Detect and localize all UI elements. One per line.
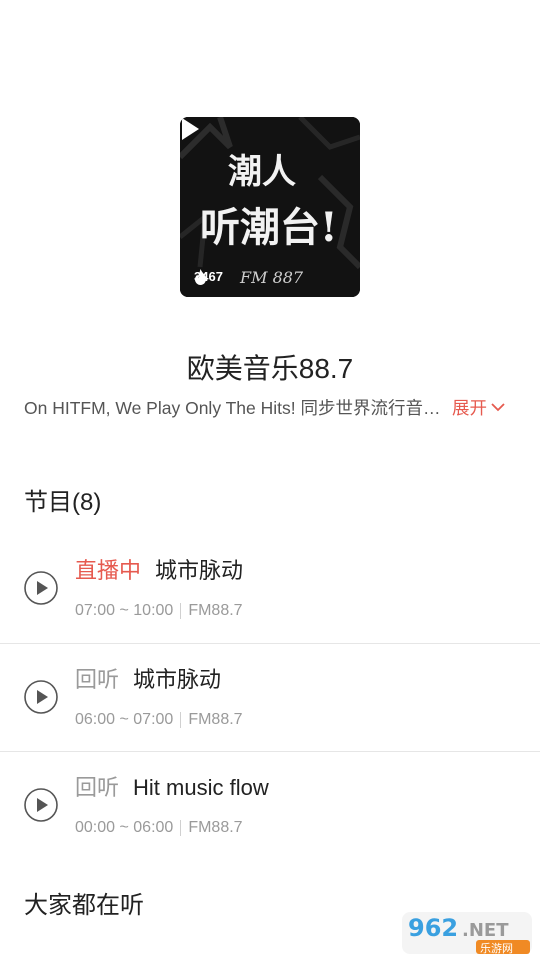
program-name: Hit music flow [133, 775, 269, 800]
program-item[interactable]: 回听 城市脉动 06:00 ~ 07:00 FM88.7 [0, 644, 540, 752]
program-item[interactable]: 回听 Hit music flow 00:00 ~ 06:00 FM88.7 [0, 752, 540, 860]
meta-separator [180, 603, 182, 619]
program-meta: 00:00 ~ 06:00 FM88.7 [75, 819, 243, 837]
cover-art-sub: FM 887 [239, 268, 304, 287]
program-title-line: 回听 Hit music flow [75, 770, 269, 802]
play-circle-icon[interactable] [24, 571, 58, 605]
watermark-suffix: .NET [462, 920, 509, 941]
meta-separator [180, 820, 182, 836]
replay-badge: 回听 [75, 667, 120, 692]
station-title: 欧美音乐88.7 [186, 353, 354, 384]
program-meta: 07:00 ~ 10:00 FM88.7 [75, 602, 243, 620]
expand-button[interactable]: 展开 [452, 395, 506, 420]
play-circle-icon[interactable] [24, 680, 58, 714]
play-icon[interactable] [180, 117, 200, 141]
station-cover[interactable]: 潮人 听潮台! FM 887 3467 [180, 117, 360, 297]
watermark-number: 962 [408, 914, 458, 942]
cover-art-line1: 潮人 [228, 152, 296, 192]
watermark-site: 乐游网 [480, 942, 513, 955]
station-description: On HITFM, We Play Only The Hits! 同步世界流行音… [24, 397, 449, 418]
cover-art-line2: 听潮台! [200, 204, 338, 251]
programs-section-title: 节目(8) [24, 489, 102, 516]
program-item[interactable]: 直播中 城市脉动 07:00 ~ 10:00 FM88.7 [0, 535, 540, 643]
live-badge: 直播中 [75, 558, 142, 583]
program-time: 07:00 ~ 10:00 [75, 602, 174, 619]
program-time: 06:00 ~ 07:00 [75, 711, 174, 728]
flame-icon [195, 269, 206, 285]
meta-separator [180, 712, 182, 728]
program-channel: FM88.7 [188, 819, 243, 836]
program-channel: FM88.7 [188, 711, 243, 728]
popular-section-title: 大家都在听 [24, 892, 144, 919]
program-time: 00:00 ~ 06:00 [75, 819, 174, 836]
play-circle-icon[interactable] [24, 788, 58, 822]
program-name: 城市脉动 [155, 558, 244, 583]
watermark-logo: 962 .NET 乐游网 [402, 912, 532, 955]
program-channel: FM88.7 [188, 602, 243, 619]
program-name: 城市脉动 [133, 667, 222, 692]
replay-badge: 回听 [75, 775, 120, 800]
expand-label: 展开 [452, 397, 487, 418]
station-description-row: On HITFM, We Play Only The Hits! 同步世界流行音… [24, 394, 524, 420]
program-meta: 06:00 ~ 07:00 FM88.7 [75, 711, 243, 729]
program-title-line: 直播中 城市脉动 [75, 553, 243, 585]
listen-count: 3467 [194, 269, 223, 285]
chevron-down-icon [491, 403, 505, 412]
program-title-line: 回听 城市脉动 [75, 662, 221, 694]
